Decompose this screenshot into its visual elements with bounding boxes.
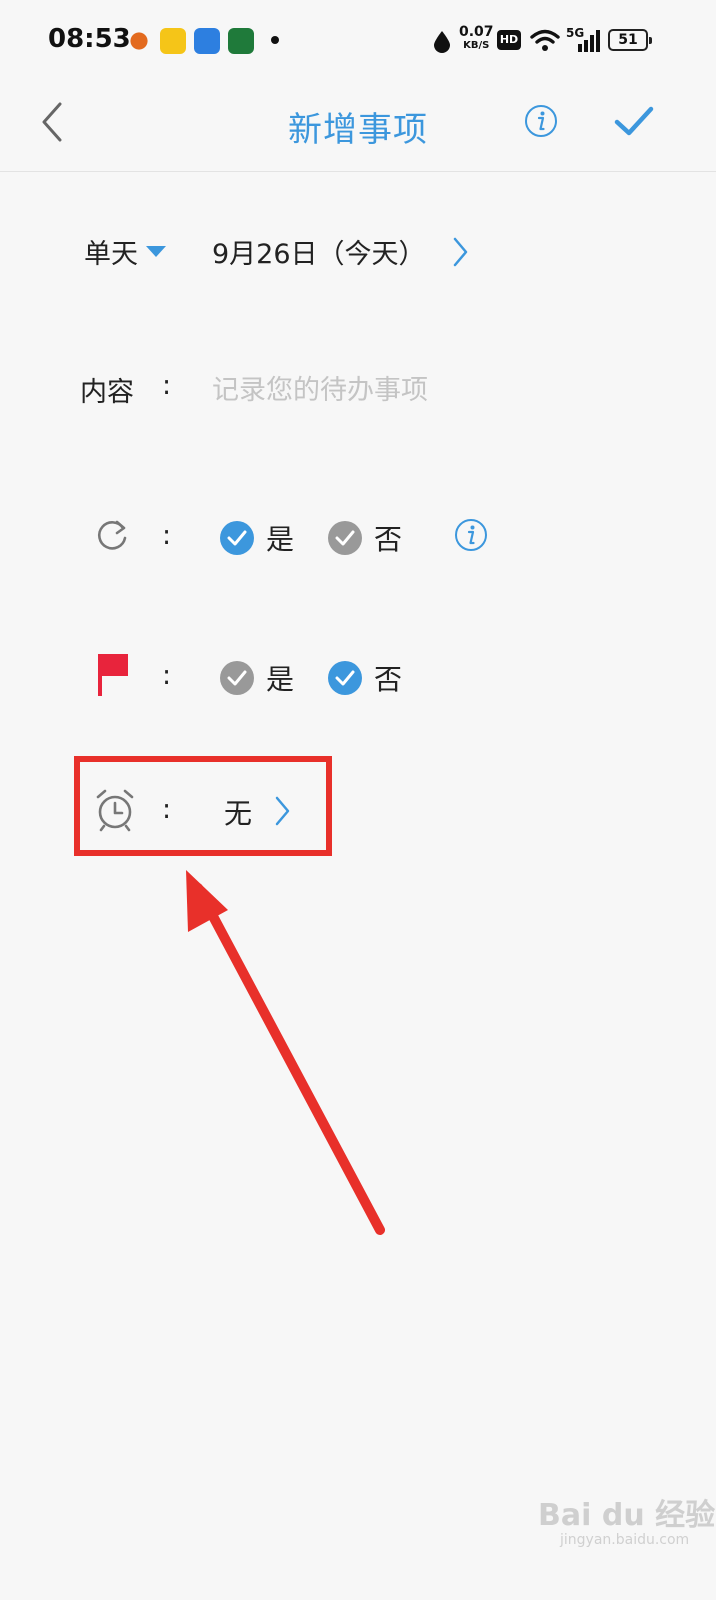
checked-circle-icon (328, 661, 362, 695)
flag-yes-option[interactable]: 是 (220, 658, 294, 698)
confirm-button[interactable] (612, 102, 656, 142)
caret-down-icon (146, 245, 166, 257)
chevron-right-icon (453, 237, 467, 266)
colon: : (162, 370, 172, 401)
annotation-highlight-box (74, 756, 332, 856)
page-title: 新增事项 (288, 110, 428, 150)
repeat-no-option[interactable]: 否 (328, 518, 402, 558)
date-row: 单天 9月26日（今天） (0, 226, 716, 278)
repeat-yes-option[interactable]: 是 (220, 518, 294, 558)
mode-label: 单天 (84, 239, 138, 270)
watermark-url: jingyan.baidu.com (560, 1532, 690, 1548)
check-icon (614, 106, 654, 136)
notification-app-icon (228, 28, 254, 54)
hd-badge: HD (497, 30, 521, 50)
colon: : (162, 520, 172, 551)
watermark-logo: Bai du 经验 (538, 1498, 716, 1533)
wifi-icon (530, 29, 560, 51)
notification-app-icon (126, 28, 152, 54)
flag-no-option[interactable]: 否 (328, 658, 402, 698)
repeat-no-label: 否 (374, 523, 403, 556)
network-speed-unit: KB/S (463, 40, 490, 51)
date-label: 9月26日（今天） (212, 239, 426, 270)
content-input[interactable] (212, 368, 672, 412)
data-saver-icon (434, 31, 450, 53)
info-icon (455, 519, 487, 551)
notification-app-icon (194, 28, 220, 54)
unchecked-circle-icon (220, 661, 254, 695)
date-selector[interactable]: 9月26日（今天） (212, 232, 468, 271)
network-speed: 0.07 KB/S (459, 24, 494, 52)
unchecked-circle-icon (328, 521, 362, 555)
more-notifications-dot (271, 36, 279, 44)
repeat-info-button[interactable] (454, 518, 488, 552)
repeat-icon (97, 520, 127, 550)
battery-indicator: 51 (608, 29, 652, 51)
content-row: 内容 : (0, 366, 716, 418)
title-bar: 新增事项 (0, 84, 716, 172)
flag-row: : 是 否 (0, 652, 716, 704)
network-speed-value: 0.07 (459, 24, 494, 40)
repeat-yes-label: 是 (266, 523, 295, 556)
notification-app-icon (160, 28, 186, 54)
colon: : (162, 660, 172, 691)
repeat-row: : 是 否 (0, 512, 716, 564)
mode-dropdown[interactable]: 单天 (84, 232, 166, 271)
info-icon (525, 105, 557, 137)
info-button[interactable] (524, 104, 558, 138)
flag-icon (98, 654, 128, 696)
status-time: 08:53 (48, 24, 131, 54)
flag-yes-label: 是 (266, 663, 295, 696)
content-label: 内容 (80, 377, 134, 408)
status-bar: 08:53 0.07 KB/S HD 5G 51 (0, 0, 716, 84)
checked-circle-icon (220, 521, 254, 555)
flag-no-label: 否 (374, 663, 403, 696)
signal-bars-icon (578, 30, 600, 52)
